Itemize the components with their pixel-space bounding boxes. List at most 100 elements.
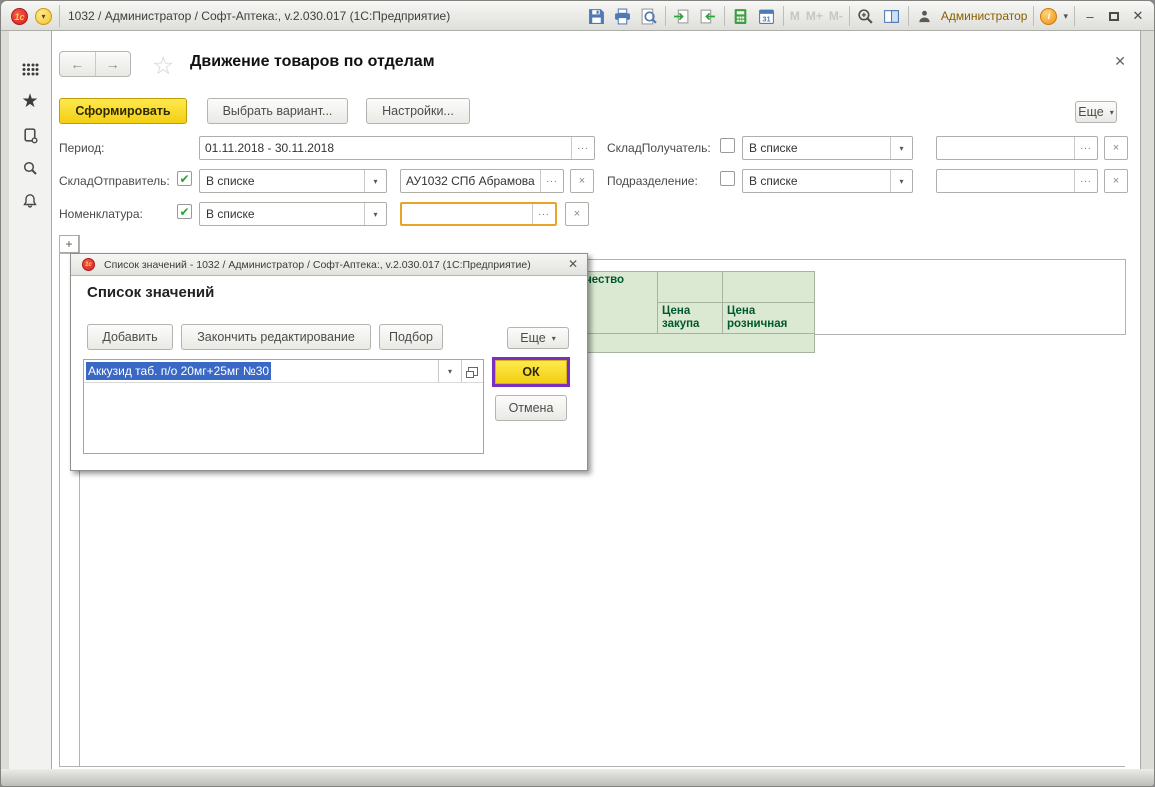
receiver-clear-button[interactable]: ×	[1104, 136, 1128, 160]
receiver-checkbox[interactable]	[720, 138, 735, 153]
print-icon[interactable]	[613, 6, 633, 26]
choose-variant-button[interactable]: Выбрать вариант...	[207, 98, 348, 124]
notifications-bell-icon[interactable]	[9, 188, 51, 214]
period-field: ...	[199, 136, 595, 160]
close-form-button[interactable]: ✕	[1114, 53, 1126, 70]
finish-editing-button[interactable]: Закончить редактирование	[181, 324, 371, 350]
selected-value: Аккузид таб. п/о 20мг+25мг №30	[86, 362, 271, 380]
report-header-cells: Количество Цена закупа Цена розничная	[552, 271, 815, 353]
check-icon: ✔	[179, 205, 189, 219]
department-label: Подразделение:	[607, 174, 698, 188]
window-title: 1032 / Администратор / Софт-Аптека:, v.2…	[68, 9, 450, 23]
nomenclature-label: Номенклатура:	[59, 207, 143, 221]
maximize-button[interactable]	[1105, 9, 1123, 24]
chevron-down-icon: ▾	[364, 170, 386, 192]
current-user-label[interactable]: Администратор	[941, 9, 1028, 23]
search-icon[interactable]	[9, 155, 51, 181]
save-icon[interactable]	[587, 6, 607, 26]
period-select-button[interactable]: ...	[571, 137, 594, 159]
sender-label: СкладОтправитель:	[59, 174, 170, 188]
calculator-icon[interactable]	[731, 6, 751, 26]
titlebar-toolbar: 31 M M+ M- Администратор i ▾ – ✕	[587, 1, 1147, 31]
table-left-border	[59, 235, 60, 766]
memory-recall-button[interactable]: M	[790, 9, 800, 23]
functions-menu-icon[interactable]	[9, 56, 51, 82]
minimize-button[interactable]: –	[1081, 9, 1099, 24]
ok-button[interactable]: ОК	[495, 360, 567, 384]
sender-select-button[interactable]: ...	[540, 170, 563, 192]
history-icon[interactable]	[9, 122, 51, 148]
divider	[1074, 6, 1075, 26]
sender-condition-combo[interactable]: В списке ▾	[199, 169, 387, 193]
split-window-icon[interactable]	[882, 6, 902, 26]
memory-minus-button[interactable]: M-	[829, 9, 843, 23]
favorites-icon[interactable]: ★	[9, 88, 51, 114]
department-clear-button[interactable]: ×	[1104, 169, 1128, 193]
back-button[interactable]: ←	[60, 52, 96, 76]
nomenclature-checkbox[interactable]: ✔	[177, 204, 192, 219]
info-icon[interactable]: i	[1040, 8, 1057, 25]
chevron-down-icon[interactable]: ▾	[1063, 11, 1068, 22]
generate-button[interactable]: Сформировать	[59, 98, 187, 124]
go-to-link-icon[interactable]	[672, 6, 692, 26]
nomenclature-clear-button[interactable]: ×	[565, 202, 589, 226]
1c-logo-icon: 1с	[82, 258, 95, 271]
settings-button[interactable]: Настройки...	[366, 98, 470, 124]
main-menu-button[interactable]: ▾	[35, 8, 52, 25]
department-select-button[interactable]: ...	[1074, 170, 1097, 192]
chevron-down-icon: ▾	[552, 334, 556, 343]
1c-logo-icon: 1с	[11, 8, 28, 25]
add-button[interactable]: Добавить	[87, 324, 173, 350]
value-listbox[interactable]: Аккузид таб. п/о 20мг+25мг №30 ▾	[83, 359, 484, 454]
sender-value-input[interactable]	[401, 170, 540, 192]
maximize-icon	[1109, 12, 1119, 21]
receiver-select-button[interactable]: ...	[1074, 137, 1097, 159]
divider	[783, 6, 784, 26]
pick-button[interactable]: Подбор	[379, 324, 443, 350]
department-checkbox[interactable]	[720, 171, 735, 186]
receiver-value-input[interactable]	[937, 137, 1074, 159]
dialog-close-button[interactable]: ✕	[568, 257, 578, 271]
item-dropdown-button[interactable]: ▾	[438, 360, 461, 382]
memory-plus-button[interactable]: M+	[806, 9, 823, 23]
table-expand-button[interactable]: +	[59, 235, 79, 253]
divider	[908, 6, 909, 26]
department-value-field: ...	[936, 169, 1098, 193]
favorite-star-icon[interactable]: ☆	[152, 51, 174, 81]
dialog-title: Список значений - 1032 / Администратор /…	[104, 259, 531, 271]
chevron-down-icon: ▾	[1110, 108, 1114, 117]
empty-header-cell	[657, 271, 723, 303]
forward-button[interactable]: →	[96, 52, 131, 76]
receiver-label: СкладПолучатель:	[607, 141, 711, 155]
empty-header-cell	[722, 271, 815, 303]
get-link-icon[interactable]	[698, 6, 718, 26]
close-window-button[interactable]: ✕	[1129, 8, 1147, 24]
period-input[interactable]	[200, 137, 571, 159]
dialog-more-button[interactable]: Еще▾	[507, 327, 569, 349]
sender-checkbox[interactable]: ✔	[177, 171, 192, 186]
department-value-input[interactable]	[937, 170, 1074, 192]
open-item-button[interactable]	[461, 360, 483, 382]
receiver-condition-combo[interactable]: В списке ▾	[742, 136, 913, 160]
nomenclature-value-input[interactable]	[402, 204, 532, 224]
app-window: 1с ▾ 1032 / Администратор / Софт-Аптека:…	[0, 0, 1155, 787]
cancel-button[interactable]: Отмена	[495, 395, 567, 421]
window-bottom-frame	[1, 769, 1154, 786]
chevron-down-icon: ▾	[890, 170, 912, 192]
calendar-icon[interactable]: 31	[757, 6, 777, 26]
zoom-icon[interactable]	[856, 6, 876, 26]
divider	[724, 6, 725, 26]
dialog-titlebar: 1с Список значений - 1032 / Администрато…	[71, 254, 587, 276]
ok-button-focus-frame: ОК	[492, 357, 570, 387]
nomenclature-select-button[interactable]: ...	[532, 204, 555, 224]
period-label: Период:	[59, 141, 104, 155]
list-item[interactable]: Аккузид таб. п/о 20мг+25мг №30 ▾	[84, 360, 483, 383]
more-button[interactable]: Еще▾	[1075, 101, 1117, 123]
nav-history-buttons: ← →	[59, 51, 131, 77]
nomenclature-condition-combo[interactable]: В списке ▾	[199, 202, 387, 226]
sender-clear-button[interactable]: ×	[570, 169, 594, 193]
table-header-bottom-line	[815, 334, 1125, 335]
print-preview-icon[interactable]	[639, 6, 659, 26]
department-condition-combo[interactable]: В списке ▾	[742, 169, 913, 193]
check-icon: ✔	[179, 172, 189, 186]
